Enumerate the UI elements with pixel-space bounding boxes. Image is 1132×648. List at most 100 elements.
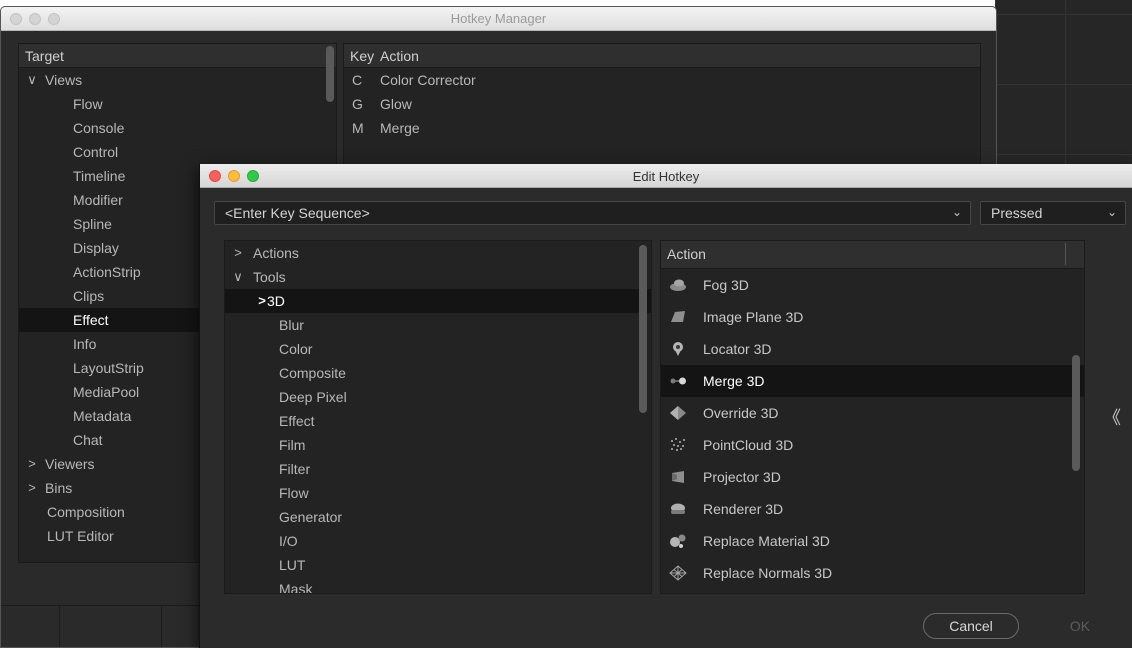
category-tree-rows: > Actions ∨ Tools >3D Blur Color Composite Deep … [225, 241, 651, 593]
action-list-item[interactable]: Locator 3D [661, 333, 1084, 365]
tree-item-label: Display [73, 240, 119, 256]
bottom-divider [1, 605, 201, 647]
key-column-header[interactable]: Key [350, 48, 374, 64]
edit-hotkey-dialog: Edit Hotkey <Enter Key Sequence> ⌄ Press… [199, 164, 1132, 648]
category-item-label: I/O [279, 533, 298, 549]
action-list-header-label: Action [667, 246, 706, 262]
category-item[interactable]: Blur [225, 313, 651, 337]
cancel-button[interactable]: Cancel [923, 613, 1019, 639]
action-list-item[interactable]: Projector 3D [661, 461, 1084, 493]
tree-item-label: LayoutStrip [73, 360, 144, 376]
action-list-item[interactable]: Renderer 3D [661, 493, 1084, 525]
tree-item-label: ActionStrip [73, 264, 141, 280]
action-list-item-label: Override 3D [703, 405, 779, 421]
action-list-item[interactable]: Replace Material 3D [661, 525, 1084, 557]
key-sequence-combo[interactable]: <Enter Key Sequence> ⌄ [214, 201, 971, 225]
action-list-item-label: Fog 3D [703, 277, 749, 293]
key-sequence-value: <Enter Key Sequence> [225, 205, 370, 221]
category-item-label: Film [279, 437, 306, 453]
tree-item-label: Effect [73, 312, 109, 328]
target-header[interactable]: Target [19, 44, 336, 68]
ok-button[interactable]: OK [1060, 613, 1100, 639]
category-item[interactable]: ∨ Tools [225, 265, 651, 289]
action-list-item-label: PointCloud 3D [703, 437, 794, 453]
category-item[interactable]: Composite [225, 361, 651, 385]
category-item-label: Actions [253, 245, 299, 261]
collapse-panel-icon[interactable]: 《 [1103, 404, 1121, 430]
table-row[interactable]: C Color Corrector [344, 68, 980, 92]
key-cell: M [352, 120, 364, 136]
action-list: Action Fog 3D Image Plane 3D Locator 3D Mer… [660, 240, 1085, 594]
tree-item[interactable]: ∨ Views [19, 68, 336, 92]
chevron-down-icon[interactable]: ⌄ [1107, 205, 1117, 219]
image-plane-3d-icon [669, 309, 687, 325]
tree-item-label: Clips [73, 288, 105, 304]
category-item-label: LUT [279, 557, 306, 573]
action-column-header[interactable]: Action [380, 48, 419, 64]
category-item[interactable]: Mask [225, 577, 651, 593]
action-scrollbar[interactable] [1072, 355, 1080, 471]
tree-item-label: Bins [45, 480, 73, 496]
category-item[interactable]: >3D [225, 289, 651, 313]
category-item[interactable]: I/O [225, 529, 651, 553]
tree-item[interactable]: Flow [19, 92, 336, 116]
category-item-label: Flow [279, 485, 309, 501]
category-item-label: Generator [279, 509, 343, 525]
action-list-item[interactable]: Merge 3D [661, 365, 1084, 397]
renderer-3d-icon [669, 501, 687, 517]
tree-item-label: Console [73, 120, 125, 136]
tree-item-label: Info [73, 336, 97, 352]
tree-item-label: Composition [47, 504, 125, 520]
category-item-label: 3D [267, 293, 285, 309]
tree-item-label: Chat [73, 432, 103, 448]
chevron-right-icon[interactable]: > [25, 452, 39, 476]
hotkey-manager-title: Hotkey Manager [450, 11, 547, 26]
category-item[interactable]: > Actions [225, 241, 651, 265]
category-scrollbar[interactable] [639, 245, 647, 413]
key-cell: G [352, 96, 363, 112]
tree-item-label: Control [73, 144, 119, 160]
replace-normals-3d-icon [669, 565, 687, 581]
tree-item-label: Metadata [73, 408, 132, 424]
action-list-header[interactable]: Action [661, 241, 1084, 269]
action-list-item[interactable]: Image Plane 3D [661, 301, 1084, 333]
key-table-header: Key Action [344, 44, 980, 68]
category-item[interactable]: Flow [225, 481, 651, 505]
chevron-down-icon[interactable]: ⌄ [952, 205, 962, 219]
action-list-item[interactable]: Replace Normals 3D [661, 557, 1084, 589]
table-row[interactable]: M Merge [344, 116, 980, 140]
action-list-item[interactable]: PointCloud 3D [661, 429, 1084, 461]
hotkey-manager-titlebar[interactable]: Hotkey Manager [1, 7, 996, 31]
action-list-item[interactable]: Override 3D [661, 397, 1084, 429]
action-list-item-label: Projector 3D [703, 469, 781, 485]
tree-item-label: Timeline [73, 168, 126, 184]
divider-line [161, 606, 162, 647]
tree-item[interactable]: Console [19, 116, 336, 140]
category-item[interactable]: Filter [225, 457, 651, 481]
tree-item-label: Modifier [73, 192, 123, 208]
chevron-down-icon[interactable]: ∨ [231, 265, 245, 289]
tree-item-label: Viewers [45, 456, 95, 472]
category-item[interactable]: Deep Pixel [225, 385, 651, 409]
chevron-right-icon[interactable]: > [25, 476, 39, 500]
target-scrollbar[interactable] [326, 46, 334, 102]
category-item[interactable]: Film [225, 433, 651, 457]
chevron-right-icon[interactable]: > [231, 241, 245, 265]
chevron-down-icon[interactable]: ∨ [25, 68, 39, 92]
action-list-item-label: Renderer 3D [703, 501, 784, 517]
category-item[interactable]: Generator [225, 505, 651, 529]
tree-item-label: Spline [73, 216, 112, 232]
divider-line [59, 606, 60, 647]
trigger-select[interactable]: Pressed ⌄ [980, 201, 1126, 225]
category-item[interactable]: Color [225, 337, 651, 361]
tree-item[interactable]: Control [19, 140, 336, 164]
projector-3d-icon [669, 469, 687, 485]
edit-hotkey-titlebar[interactable]: Edit Hotkey [200, 164, 1132, 188]
category-item[interactable]: LUT [225, 553, 651, 577]
action-list-item-label: Locator 3D [703, 341, 772, 357]
tree-item-label: LUT Editor [47, 528, 114, 544]
category-item[interactable]: Effect [225, 409, 651, 433]
table-row[interactable]: G Glow [344, 92, 980, 116]
action-list-item[interactable]: Fog 3D [661, 269, 1084, 301]
category-item-label: Tools [253, 269, 286, 285]
